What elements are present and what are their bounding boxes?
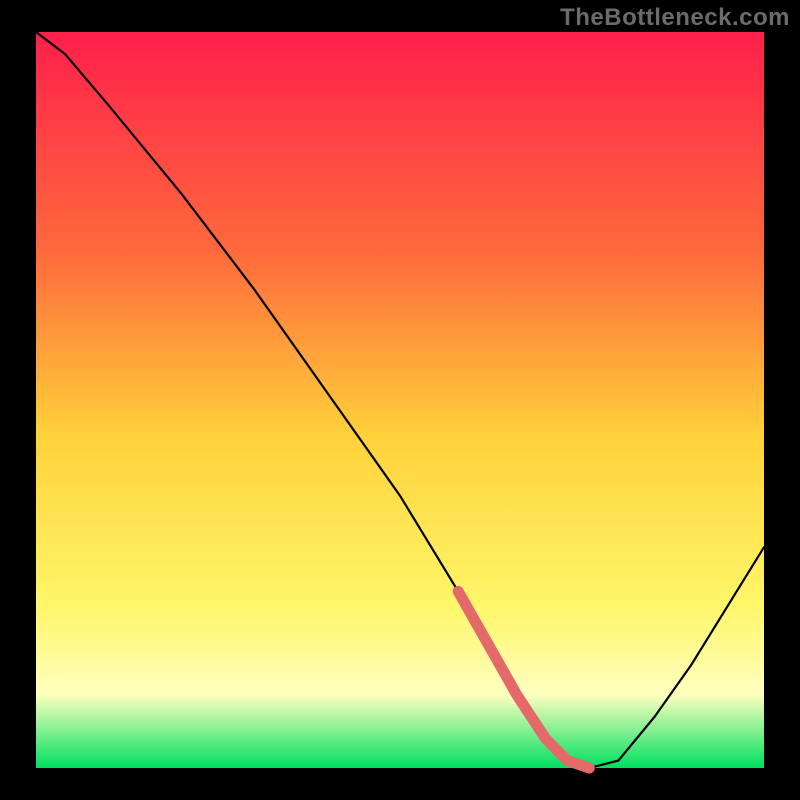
watermark-text: TheBottleneck.com [560,4,790,32]
chart-frame: TheBottleneck.com [0,0,800,800]
plot-background [36,32,764,768]
chart-svg [0,0,800,800]
